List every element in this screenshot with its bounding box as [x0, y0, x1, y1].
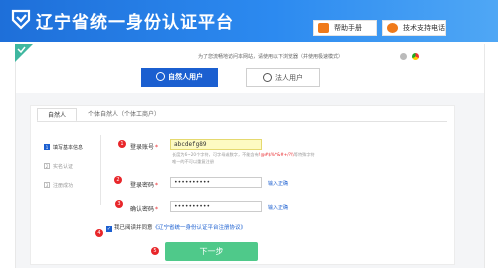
- step-success: 3 注册成功: [44, 182, 73, 190]
- tab-natural-person[interactable]: 自然人用户: [141, 68, 218, 87]
- chrome-browser-icon[interactable]: [412, 53, 419, 60]
- step-real-name: 2 实名认证: [44, 163, 73, 171]
- annotation-marker: 4: [95, 229, 103, 237]
- required-mark: *: [155, 206, 159, 213]
- user-icon: [263, 73, 272, 82]
- manual-book-icon: [318, 23, 329, 33]
- step-label: 实名认证: [53, 164, 74, 170]
- site-title: 辽宁省统一身份认证平台: [36, 13, 234, 33]
- agreement-link[interactable]: 《辽宁省统一身份认证平台注册协议》: [153, 225, 247, 231]
- password-status: 输入正确: [268, 181, 289, 187]
- phone-icon: [387, 23, 398, 33]
- confirm-password-input[interactable]: ••••••••••: [170, 201, 262, 212]
- agreement-prefix: 我已阅读并同意: [114, 225, 153, 231]
- step-label: 注册成功: [53, 183, 74, 189]
- help-manual-label: 帮助手册: [334, 24, 362, 32]
- confirm-password-label: 确认密码*: [130, 204, 158, 213]
- logo-icon: [11, 9, 31, 30]
- support-phone-label: 技术支持电话: [403, 24, 445, 32]
- tab-divider: [37, 121, 447, 122]
- browser-notice: 为了您流畅地访问本网站，请使用以下浏览器（并使用极速模式）: [198, 54, 344, 60]
- tab-individual[interactable]: 自然人: [37, 108, 77, 122]
- password-label: 登录密码*: [130, 180, 158, 189]
- account-hint: 长度为6~20个字符，可字母或数字，不能含有!@#$%*&#+/?\\等特殊字符: [172, 152, 315, 158]
- account-hint-a: 长度为6~20个字符，可字母或数字，不能含有: [172, 152, 259, 157]
- step-number: 3: [44, 182, 50, 188]
- password-input[interactable]: ••••••••••: [170, 177, 262, 188]
- step-number: 1: [44, 144, 50, 150]
- required-mark: *: [155, 182, 159, 189]
- tab-individual-business[interactable]: 个体自然人（个体工商户）: [88, 108, 178, 122]
- confirm-password-status: 输入正确: [268, 205, 289, 211]
- next-step-button[interactable]: 下一步: [165, 242, 258, 261]
- top-header: 辽宁省统一身份认证平台 帮助手册 技术支持电话: [0, 0, 498, 42]
- tab-legal-person-label: 法人用户: [275, 74, 303, 82]
- help-manual-button[interactable]: 帮助手册: [313, 20, 377, 36]
- agreement-checkbox[interactable]: ✓: [106, 226, 112, 232]
- step-label: 填写基本信息: [53, 145, 84, 151]
- password-label-text: 登录密码: [130, 182, 155, 189]
- tab-legal-person[interactable]: 法人用户: [246, 68, 320, 87]
- ie-browser-icon[interactable]: [400, 53, 407, 60]
- annotation-marker: 5: [151, 247, 159, 255]
- account-hint-2: 唯一的不可以重复注册: [172, 159, 214, 164]
- account-hint-c: 等特殊字符: [293, 152, 315, 157]
- step-basic-info: 1 填写基本信息: [44, 144, 83, 152]
- account-label: 登录账号*: [130, 142, 158, 151]
- steps-divider: [100, 135, 101, 205]
- account-hint-chars: !@#$%*&#+/?\\: [258, 152, 294, 157]
- annotation-marker: 1: [118, 140, 126, 148]
- confirm-label-text: 确认密码: [130, 206, 155, 213]
- agreement-row: ✓ 我已阅读并同意《辽宁省统一身份认证平台注册协议》: [106, 223, 246, 232]
- annotation-marker: 3: [115, 200, 123, 208]
- tab-natural-person-label: 自然人用户: [168, 73, 203, 81]
- required-mark: *: [155, 144, 159, 151]
- support-phone-button[interactable]: 技术支持电话: [382, 20, 446, 36]
- user-icon: [156, 72, 165, 81]
- step-number: 2: [44, 163, 50, 169]
- annotation-marker: 2: [114, 176, 122, 184]
- account-input[interactable]: abcdefg89: [170, 139, 262, 150]
- corner-badge-icon: [15, 44, 33, 62]
- account-label-text: 登录账号: [130, 144, 155, 151]
